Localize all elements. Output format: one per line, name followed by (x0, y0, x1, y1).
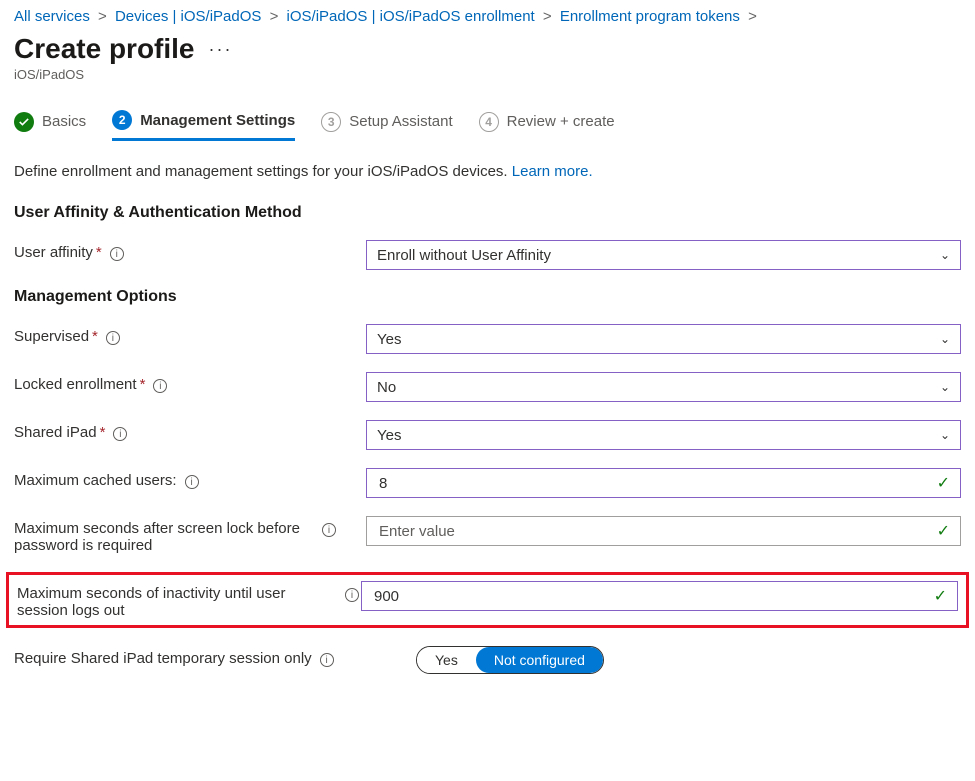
select-value: Yes (377, 331, 401, 348)
info-icon[interactable]: i (322, 523, 336, 537)
valid-check-icon: ✓ (937, 521, 950, 541)
breadcrumb-link-devices[interactable]: Devices | iOS/iPadOS (115, 8, 261, 25)
tab-basics[interactable]: Basics (14, 112, 86, 140)
required-star-icon: * (140, 376, 146, 393)
valid-check-icon: ✓ (937, 473, 950, 493)
field-label: Maximum seconds after screen lock before… (14, 520, 314, 554)
max-seconds-inactivity-input-wrapper: ✓ (361, 581, 958, 611)
chevron-right-icon: > (748, 8, 757, 25)
chevron-right-icon: > (270, 8, 279, 25)
tab-management-settings[interactable]: 2 Management Settings (112, 110, 295, 141)
description: Define enrollment and management setting… (14, 163, 961, 180)
learn-more-link[interactable]: Learn more. (512, 163, 593, 180)
select-value: Yes (377, 427, 401, 444)
chevron-down-icon: ⌄ (940, 248, 950, 262)
field-shared-ipad: Shared iPad * i Yes ⌄ (14, 420, 961, 450)
required-star-icon: * (92, 328, 98, 345)
field-label: Supervised (14, 328, 89, 345)
page-subtitle: iOS/iPadOS (14, 67, 961, 82)
info-icon[interactable]: i (345, 588, 359, 602)
field-label: Maximum cached users: (14, 472, 177, 489)
info-icon[interactable]: i (320, 653, 334, 667)
field-temp-session: Require Shared iPad temporary session on… (14, 646, 961, 674)
chevron-right-icon: > (543, 8, 552, 25)
required-star-icon: * (96, 244, 102, 261)
valid-check-icon: ✓ (934, 586, 947, 606)
temp-session-toggle: Yes Not configured (416, 646, 604, 674)
step-number-icon: 4 (479, 112, 499, 132)
supervised-select[interactable]: Yes ⌄ (366, 324, 961, 354)
checkmark-icon (14, 112, 34, 132)
tab-label: Review + create (507, 113, 615, 130)
field-label: Maximum seconds of inactivity until user… (17, 585, 337, 619)
field-max-seconds-inactivity: Maximum seconds of inactivity until user… (6, 572, 969, 628)
field-label: Require Shared iPad temporary session on… (14, 650, 312, 667)
section-auth-heading: User Affinity & Authentication Method (14, 204, 961, 222)
field-user-affinity: User affinity * i Enroll without User Af… (14, 240, 961, 270)
tab-label: Setup Assistant (349, 113, 452, 130)
section-mgmt-heading: Management Options (14, 288, 961, 306)
page-title: Create profile (14, 33, 195, 65)
max-cached-users-input-wrapper: ✓ (366, 468, 961, 498)
max-seconds-inactivity-input[interactable] (372, 587, 934, 606)
required-star-icon: * (100, 424, 106, 441)
field-locked-enrollment: Locked enrollment * i No ⌄ (14, 372, 961, 402)
chevron-down-icon: ⌄ (940, 428, 950, 442)
description-text: Define enrollment and management setting… (14, 163, 512, 180)
chevron-down-icon: ⌄ (940, 380, 950, 394)
max-seconds-lock-input-wrapper: ✓ (366, 516, 961, 546)
field-supervised: Supervised * i Yes ⌄ (14, 324, 961, 354)
field-label: User affinity (14, 244, 93, 261)
temp-session-not-configured[interactable]: Not configured (476, 647, 603, 673)
step-number-icon: 2 (112, 110, 132, 130)
chevron-down-icon: ⌄ (940, 332, 950, 346)
info-icon[interactable]: i (153, 379, 167, 393)
field-label: Shared iPad (14, 424, 97, 441)
info-icon[interactable]: i (106, 331, 120, 345)
locked-enrollment-select[interactable]: No ⌄ (366, 372, 961, 402)
breadcrumb-link-tokens[interactable]: Enrollment program tokens (560, 8, 740, 25)
temp-session-yes[interactable]: Yes (417, 647, 476, 673)
breadcrumb-link-all-services[interactable]: All services (14, 8, 90, 25)
user-affinity-select[interactable]: Enroll without User Affinity ⌄ (366, 240, 961, 270)
tab-setup-assistant[interactable]: 3 Setup Assistant (321, 112, 452, 140)
field-max-seconds-lock: Maximum seconds after screen lock before… (14, 516, 961, 554)
tab-label: Basics (42, 113, 86, 130)
field-label: Locked enrollment (14, 376, 137, 393)
breadcrumb-link-enrollment[interactable]: iOS/iPadOS | iOS/iPadOS enrollment (287, 8, 535, 25)
tab-review-create[interactable]: 4 Review + create (479, 112, 615, 140)
field-max-cached-users: Maximum cached users: i ✓ (14, 468, 961, 498)
info-icon[interactable]: i (185, 475, 199, 489)
wizard-tabs: Basics 2 Management Settings 3 Setup Ass… (14, 110, 961, 141)
chevron-right-icon: > (98, 8, 107, 25)
breadcrumb: All services > Devices | iOS/iPadOS > iO… (14, 8, 961, 25)
max-seconds-lock-input[interactable] (377, 522, 937, 541)
info-icon[interactable]: i (113, 427, 127, 441)
more-actions-button[interactable]: ··· (209, 39, 233, 60)
tab-label: Management Settings (140, 112, 295, 129)
shared-ipad-select[interactable]: Yes ⌄ (366, 420, 961, 450)
page-header: Create profile ··· (14, 33, 961, 65)
max-cached-users-input[interactable] (377, 474, 937, 493)
info-icon[interactable]: i (110, 247, 124, 261)
select-value: No (377, 379, 396, 396)
step-number-icon: 3 (321, 112, 341, 132)
select-value: Enroll without User Affinity (377, 247, 551, 264)
